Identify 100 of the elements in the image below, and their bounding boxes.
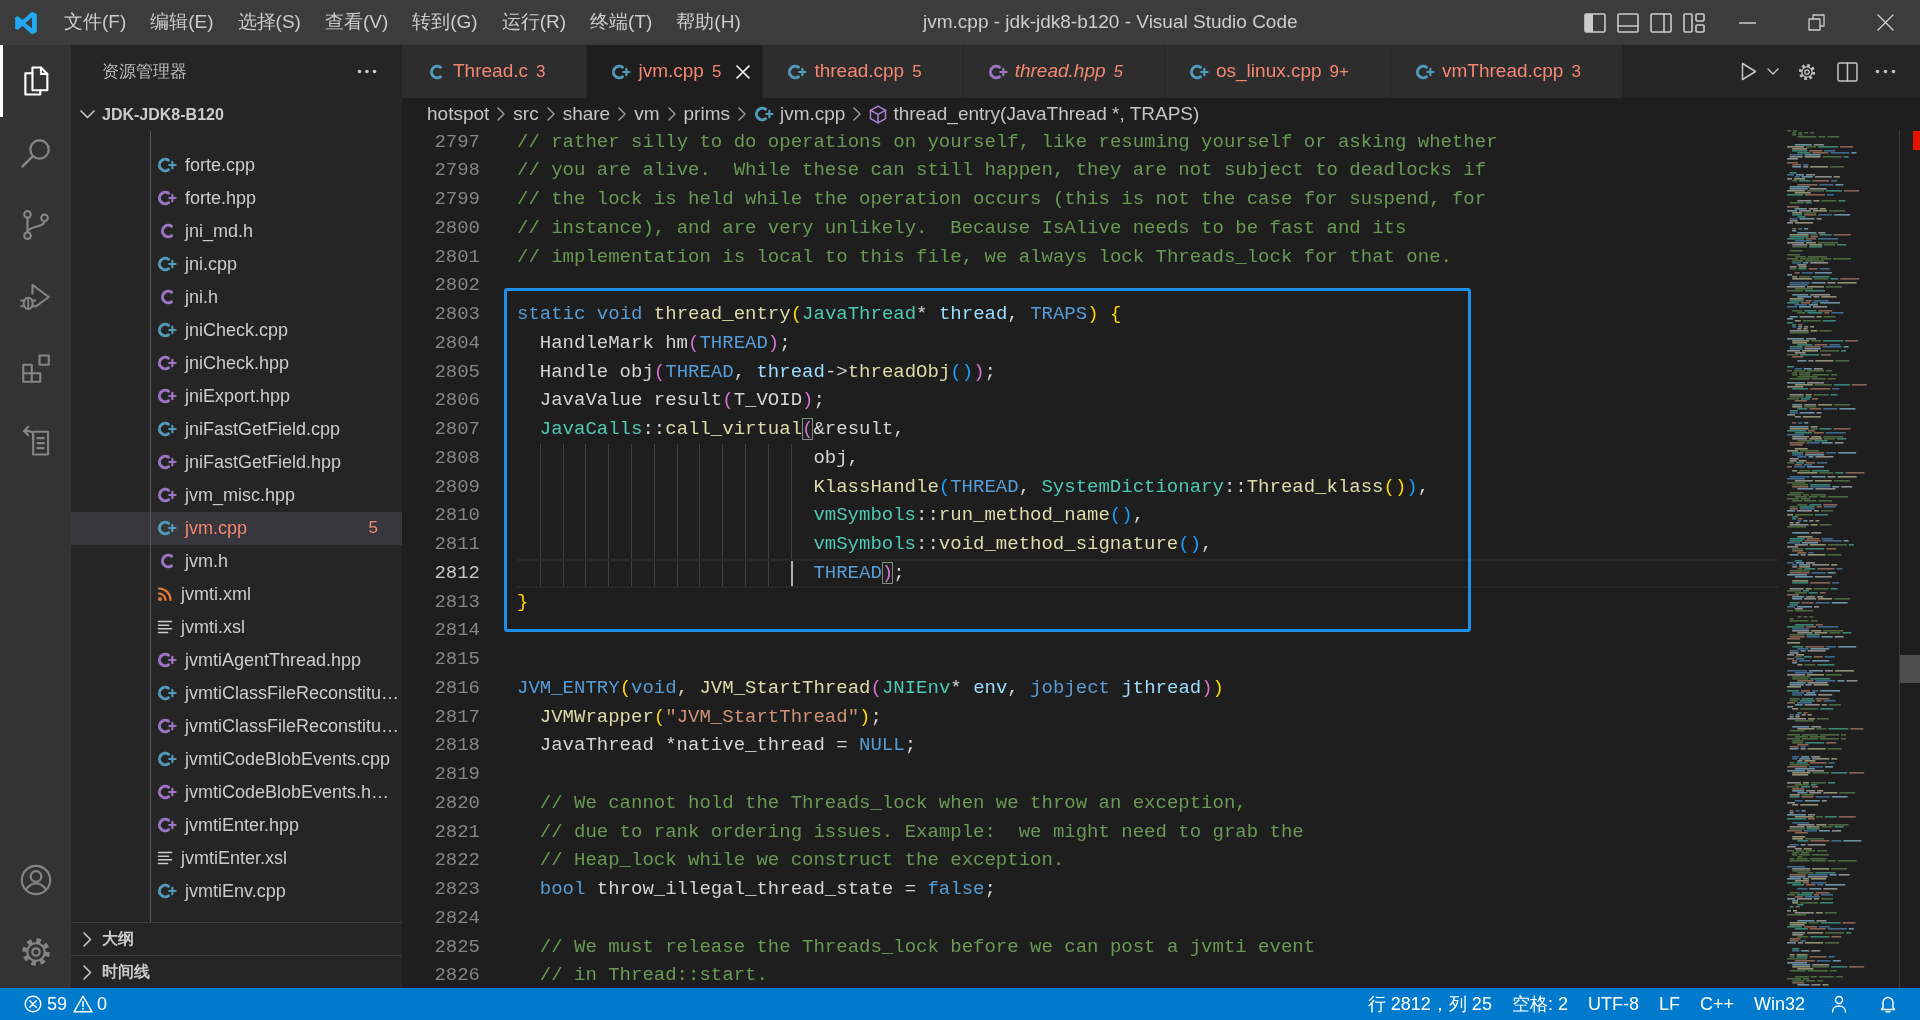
status-item[interactable]: LF bbox=[1658, 990, 1680, 1018]
c-plus-icon bbox=[157, 189, 177, 207]
menu-item[interactable]: 选择(S) bbox=[237, 8, 301, 37]
restore-icon[interactable] bbox=[1808, 14, 1825, 31]
tab[interactable]: vmThread.cpp 3 bbox=[1391, 45, 1623, 98]
c-plus-icon bbox=[157, 321, 177, 339]
person-circle-icon[interactable] bbox=[18, 863, 53, 897]
minimize-icon[interactable] bbox=[1739, 21, 1756, 24]
bell-icon[interactable] bbox=[1880, 995, 1896, 1013]
file-item[interactable]: jni_md.h bbox=[157, 217, 254, 245]
menu-item[interactable]: 运行(R) bbox=[501, 8, 567, 37]
file-item[interactable]: jvm.h bbox=[157, 547, 228, 575]
file-item[interactable]: jni.cpp bbox=[157, 250, 238, 278]
layout-grid-icon[interactable] bbox=[1682, 12, 1705, 33]
menu-item[interactable]: 终端(T) bbox=[590, 8, 653, 37]
file-item[interactable]: jvmtiCodeBlobEvents.h… bbox=[157, 778, 390, 806]
code-line: HandleMark hm(THREAD); bbox=[539, 330, 791, 356]
file-item[interactable]: jniCheck.cpp bbox=[157, 316, 289, 344]
file-item[interactable]: jvmtiCodeBlobEvents.cpp bbox=[157, 745, 391, 773]
tab[interactable]: os_linux.cpp 9+ bbox=[1165, 45, 1391, 98]
tab[interactable]: thread.cpp 5 bbox=[763, 45, 964, 98]
file-item[interactable]: jvmti.xml bbox=[157, 580, 251, 608]
play-icon[interactable] bbox=[1741, 62, 1757, 81]
chevron-down-icon[interactable] bbox=[1767, 68, 1779, 75]
status-item[interactable]: 行 2812，列 25 bbox=[1367, 990, 1492, 1018]
menu-item[interactable]: 查看(V) bbox=[324, 8, 389, 37]
search-icon[interactable] bbox=[18, 136, 53, 170]
menu-item[interactable]: 帮助(H) bbox=[676, 8, 741, 37]
file-item[interactable]: jvmtiAgentThread.hpp bbox=[157, 646, 362, 674]
c-plus-icon bbox=[157, 156, 177, 174]
file-item[interactable]: jniFastGetField.hpp bbox=[157, 448, 342, 476]
line-number: 2808 bbox=[434, 445, 480, 471]
file-item[interactable]: jvmtiClassFileReconstitu… bbox=[157, 679, 400, 707]
menu-item[interactable]: 文件(F) bbox=[64, 8, 127, 37]
code-line: // you are alive. While these can still happen, they are not subject to deadlocks if bbox=[517, 158, 1487, 184]
file-item[interactable]: jniFastGetField.cpp bbox=[157, 415, 341, 443]
bottom-pane-icon[interactable] bbox=[1616, 12, 1639, 33]
chevron-down-icon[interactable] bbox=[80, 110, 95, 119]
chevron-right-icon[interactable] bbox=[83, 931, 92, 947]
split-editor-icon[interactable] bbox=[1837, 61, 1858, 82]
line-number: 2809 bbox=[434, 474, 480, 500]
line-number: 2825 bbox=[434, 934, 480, 960]
more-icon[interactable] bbox=[1875, 69, 1896, 74]
chevron-right-icon[interactable] bbox=[83, 964, 92, 980]
code-line: obj, bbox=[813, 445, 859, 471]
file-item[interactable]: jniCheck.hpp bbox=[157, 349, 290, 377]
scrollbar-thumb[interactable] bbox=[1900, 655, 1920, 683]
file-item[interactable]: forte.cpp bbox=[157, 151, 256, 179]
code-line: // Heap_lock while we construct the exception. bbox=[539, 848, 1065, 874]
file-item[interactable]: jniExport.hpp bbox=[157, 382, 291, 410]
more-icon[interactable] bbox=[357, 69, 377, 74]
problem-count: 5 bbox=[1113, 60, 1123, 83]
breadcrumb-item[interactable]: jvm.cpp bbox=[753, 99, 846, 129]
error-icon[interactable] bbox=[24, 995, 42, 1013]
c-plus-icon bbox=[611, 62, 632, 81]
file-item[interactable]: jni.h bbox=[157, 283, 219, 311]
chevron-right-icon bbox=[853, 107, 862, 121]
right-pane-icon[interactable] bbox=[1649, 12, 1672, 33]
file-item[interactable]: jvm_misc.hpp bbox=[157, 481, 296, 509]
section-header[interactable]: 时间线 bbox=[80, 960, 150, 984]
file-item[interactable]: jvmtiEnter.xsl bbox=[157, 844, 288, 872]
status-item[interactable]: 空格: 2 bbox=[1511, 990, 1568, 1018]
code-line: static void thread_entry(JavaThread* thread, TRAPS) { bbox=[517, 302, 1122, 328]
window-title: jvm.cpp - jdk-jdk8-b120 - Visual Studio Code bbox=[923, 10, 1298, 35]
menu-item[interactable]: 转到(G) bbox=[412, 8, 478, 37]
code-line: JavaValue result(T_VOID); bbox=[539, 388, 825, 414]
breadcrumb-item[interactable]: share bbox=[562, 99, 611, 129]
status-item[interactable]: Win32 bbox=[1753, 990, 1805, 1018]
warning-icon[interactable] bbox=[73, 995, 94, 1013]
tab[interactable]: thread.hpp 5 bbox=[963, 45, 1165, 98]
breadcrumb-item[interactable]: prims bbox=[683, 99, 730, 129]
breadcrumb-item[interactable]: thread_entry(JavaThread *, TRAPS) bbox=[869, 99, 1200, 129]
breadcrumb-item[interactable]: src bbox=[513, 99, 539, 129]
tree-folder[interactable]: JDK-JDK8-B120 bbox=[80, 102, 224, 127]
c-plus-icon bbox=[1415, 62, 1435, 81]
file-item[interactable]: jvmtiEnter.hpp bbox=[157, 811, 300, 839]
file-item[interactable]: jvmtiEnv.cpp bbox=[157, 877, 286, 905]
status-item[interactable]: C++ bbox=[1699, 990, 1734, 1018]
tab[interactable]: Thread.c 3 bbox=[402, 45, 588, 98]
person-icon[interactable] bbox=[1831, 995, 1847, 1013]
file-item[interactable]: forte.hpp bbox=[157, 184, 257, 212]
close-icon[interactable] bbox=[1877, 14, 1894, 31]
error-count[interactable]: 59 bbox=[47, 990, 68, 1018]
warning-count[interactable]: 0 bbox=[97, 990, 108, 1018]
settings-icon[interactable] bbox=[1797, 61, 1817, 82]
code-line: // We cannot hold the Threads_lock when we throw an exception, bbox=[539, 790, 1247, 816]
c-plus-icon bbox=[157, 651, 177, 669]
left-pane-icon[interactable] bbox=[1583, 12, 1606, 33]
code-line: vmSymbols::run_method_name(), bbox=[813, 503, 1145, 529]
menu-item[interactable]: 编辑(E) bbox=[150, 8, 214, 37]
file-item[interactable]: jvmtiClassFileReconstitu… bbox=[157, 712, 400, 740]
c-plus-icon bbox=[987, 62, 1008, 81]
breadcrumb-item[interactable]: vm bbox=[634, 99, 660, 129]
tab[interactable]: jvm.cpp 5 bbox=[587, 45, 764, 98]
breadcrumb-item[interactable]: hotspot bbox=[427, 99, 490, 129]
status-item[interactable]: UTF-8 bbox=[1587, 990, 1639, 1018]
file-item[interactable]: jvm.cpp 5 bbox=[71, 511, 402, 545]
c-plus-icon bbox=[157, 354, 177, 372]
section-header[interactable]: 大纲 bbox=[80, 927, 134, 951]
file-item[interactable]: jvmti.xsl bbox=[157, 613, 245, 641]
